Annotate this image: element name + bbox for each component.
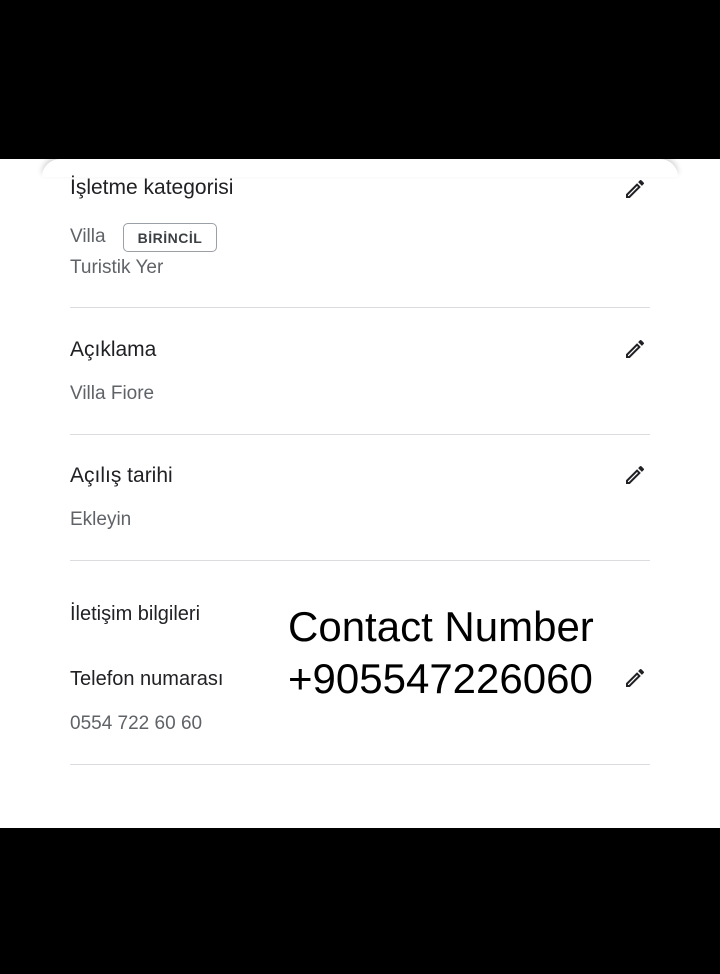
card-top-edge <box>42 159 678 177</box>
divider <box>70 434 650 435</box>
pencil-icon <box>623 463 647 492</box>
description-value: Villa Fiore <box>70 383 154 405</box>
divider <box>70 764 650 765</box>
overlay-contact-heading: Contact Number <box>288 603 594 651</box>
pencil-icon <box>623 337 647 366</box>
opening-date-value[interactable]: Ekleyin <box>70 509 131 531</box>
phone-value: 0554 722 60 60 <box>70 713 202 735</box>
description-title: Açıklama <box>70 338 156 362</box>
primary-badge: BİRİNCİL <box>123 223 217 252</box>
category-secondary-value: Turistik Yer <box>70 257 163 279</box>
divider <box>70 307 650 308</box>
pencil-icon <box>623 666 647 695</box>
business-info-panel: İşletme kategorisi Villa BİRİNCİL Turist… <box>0 159 720 828</box>
divider <box>70 560 650 561</box>
screenshot: İşletme kategorisi Villa BİRİNCİL Turist… <box>0 0 720 974</box>
overlay-contact-number: +905547226060 <box>288 655 593 703</box>
opening-date-title: Açılış tarihi <box>70 464 173 488</box>
top-black-bar <box>0 0 720 159</box>
edit-phone-button[interactable] <box>621 666 649 694</box>
edit-description-button[interactable] <box>621 337 649 365</box>
category-primary-value: Villa <box>70 226 106 248</box>
bottom-black-bar <box>0 828 720 974</box>
edit-opening-date-button[interactable] <box>621 463 649 491</box>
phone-label: Telefon numarası <box>70 668 223 691</box>
pencil-icon <box>623 177 647 206</box>
contact-title: İletişim bilgileri <box>70 603 200 626</box>
category-title: İşletme kategorisi <box>70 176 233 200</box>
edit-category-button[interactable] <box>621 177 649 205</box>
